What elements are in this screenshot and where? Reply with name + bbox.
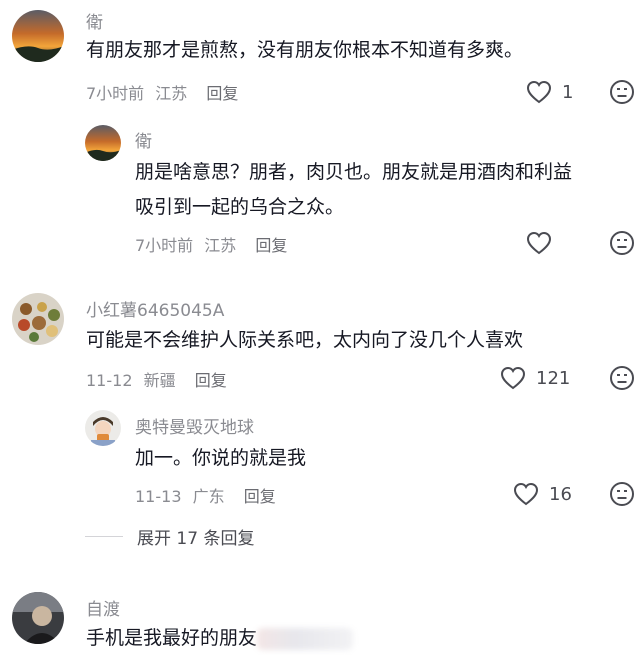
reply-text: 吸引到一起的乌合之众。 — [135, 196, 345, 218]
comment-meta: 7小时前 江苏 回复 — [86, 80, 238, 104]
expand-replies-button[interactable]: 展开 17 条回复 — [85, 524, 254, 549]
comment-location: 新疆 — [143, 371, 176, 390]
reply-author[interactable]: 奥特曼毁灭地球 — [135, 413, 254, 438]
reply-button[interactable]: 回复 — [206, 84, 238, 103]
avatar[interactable] — [85, 410, 121, 446]
heart-outline-icon — [526, 231, 552, 255]
dislike-button[interactable] — [609, 79, 635, 109]
avatar[interactable] — [12, 10, 64, 62]
avatar[interactable] — [85, 125, 121, 161]
comment-text-content: 手机是我最好的朋友 — [86, 627, 258, 649]
reply-meta: 11-13 广东 回复 — [135, 483, 276, 507]
like-count: 16 — [549, 483, 572, 505]
reply-text: 加一。你说的就是我 — [135, 447, 307, 469]
comment-time: 11-12 — [86, 371, 133, 390]
reply-location: 江苏 — [204, 236, 237, 255]
heart-outline-icon — [526, 80, 552, 104]
comment-text: 手机是我最好的朋友 — [86, 621, 354, 655]
like-button[interactable]: 121 — [500, 366, 570, 390]
heart-outline-icon — [500, 366, 526, 390]
reply-button[interactable]: 回复 — [255, 236, 287, 255]
comment-text: 可能是不会维护人际关系吧，太内向了没几个人喜欢 — [86, 329, 524, 351]
like-button[interactable]: 1 — [526, 80, 573, 104]
like-count: 121 — [536, 367, 571, 389]
dislike-face-icon — [610, 482, 634, 506]
dislike-button[interactable] — [609, 230, 635, 260]
reply-button[interactable]: 回复 — [195, 371, 227, 390]
comment-author[interactable]: 自渡 — [86, 595, 120, 620]
dislike-face-icon — [610, 366, 634, 390]
comment-meta: 11-12 新疆 回复 — [86, 367, 227, 391]
reply-time: 7小时前 — [135, 236, 194, 255]
comment-author[interactable]: 小红薯6465045A — [86, 296, 224, 321]
reply-author[interactable]: 衛 — [135, 127, 152, 152]
avatar[interactable] — [12, 293, 64, 345]
divider — [85, 536, 123, 537]
expand-replies-label: 展开 17 条回复 — [137, 529, 255, 549]
heart-outline-icon — [513, 482, 539, 506]
comment-author[interactable]: 衛 — [86, 8, 103, 33]
dislike-button[interactable] — [609, 481, 635, 511]
comment-time: 7小时前 — [86, 84, 145, 103]
reply-location: 广东 — [192, 487, 225, 506]
reply-time: 11-13 — [135, 487, 182, 506]
dislike-button[interactable] — [609, 365, 635, 395]
blurred-text — [257, 627, 354, 650]
dislike-face-icon — [610, 231, 634, 255]
reply-meta: 7小时前 江苏 回复 — [135, 232, 287, 256]
dislike-face-icon — [610, 80, 634, 104]
reply-button[interactable]: 回复 — [244, 487, 276, 506]
comment-text: 有朋友那才是煎熬，没有朋友你根本不知道有多爽。 — [86, 39, 524, 61]
avatar[interactable] — [12, 592, 64, 644]
like-button[interactable] — [526, 231, 552, 255]
like-button[interactable]: 16 — [513, 482, 572, 506]
reply-text: 朋是啥意思？朋者，肉贝也。朋友就是用酒肉和利益 — [135, 161, 573, 183]
comment-location: 江苏 — [155, 84, 188, 103]
like-count: 1 — [562, 81, 574, 103]
